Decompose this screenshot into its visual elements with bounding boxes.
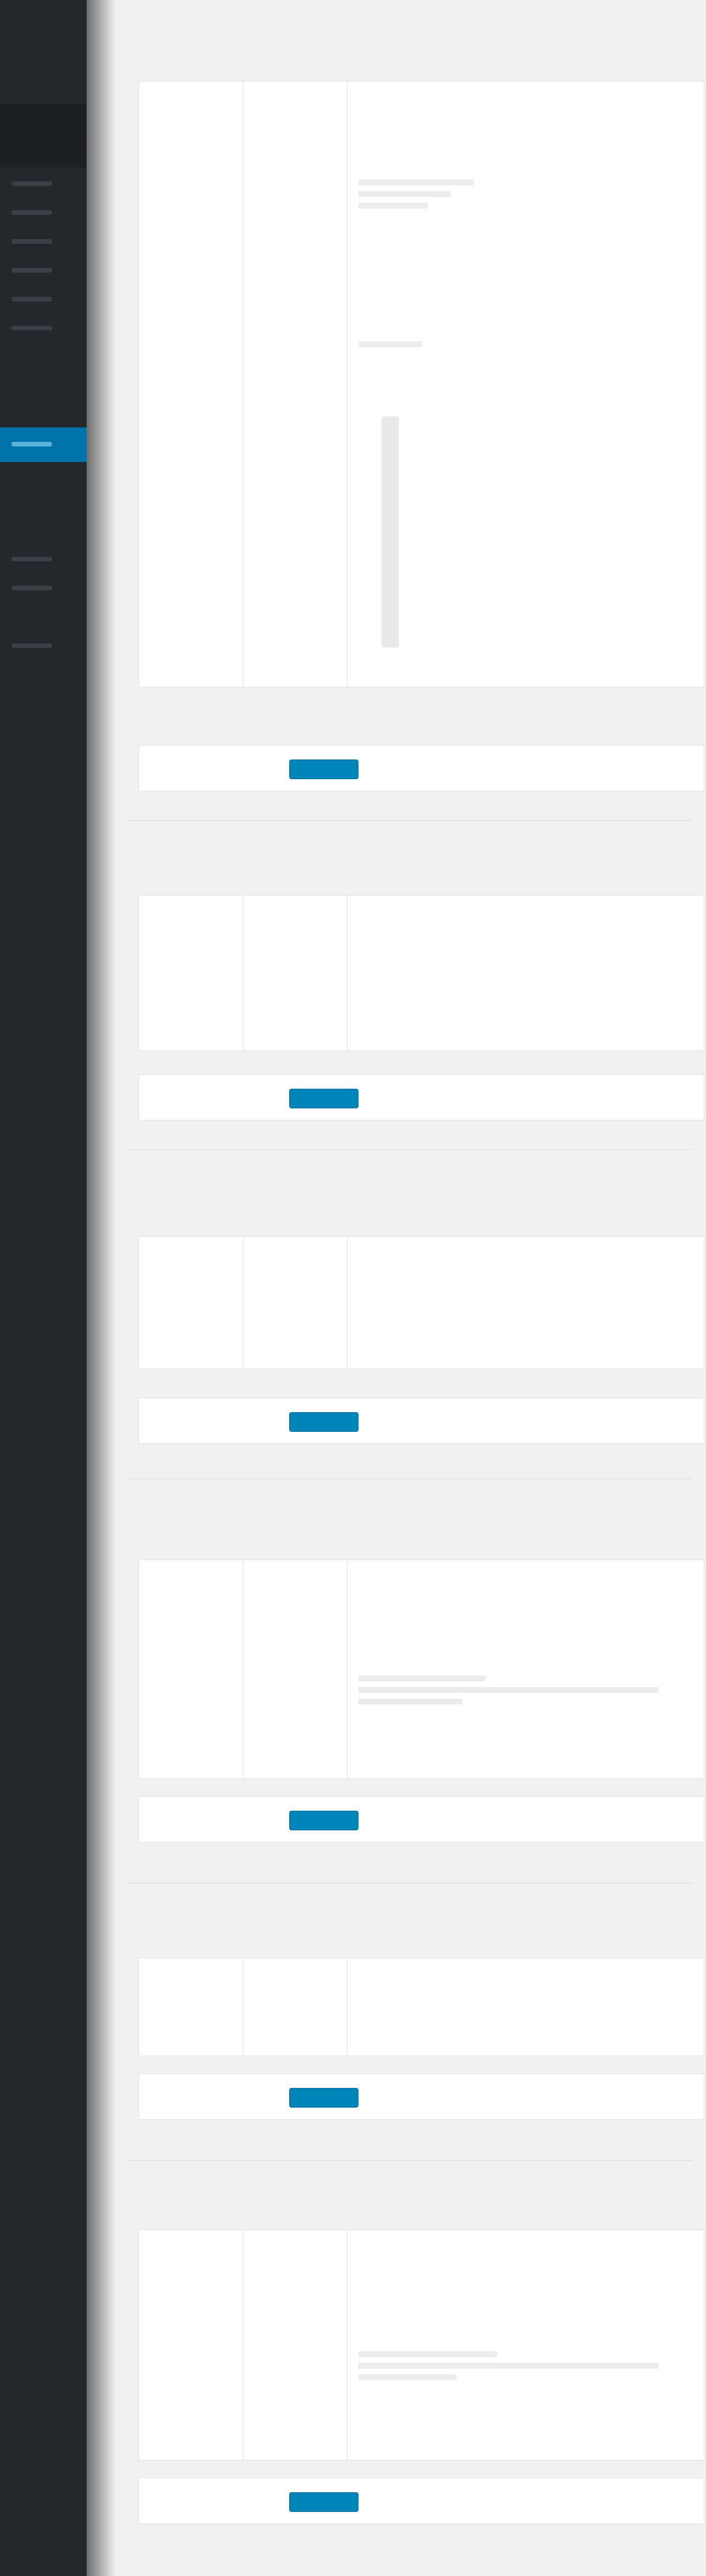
save-button[interactable]: [289, 1811, 358, 1830]
sidebar-item-label: [12, 297, 52, 301]
section-divider: [127, 2160, 693, 2161]
sidebar-item[interactable]: [0, 578, 87, 600]
sidebar-item-label: [12, 210, 52, 215]
sidebar-item[interactable]: [0, 549, 87, 571]
sidebar-item-label: [12, 326, 52, 330]
column-divider: [347, 896, 348, 1052]
save-button[interactable]: [289, 2088, 358, 2108]
save-button[interactable]: [289, 760, 358, 779]
sidebar-item[interactable]: [0, 289, 87, 311]
sidebar-item[interactable]: [0, 635, 87, 657]
sidebar-item-label: [12, 239, 52, 244]
submit-row: [139, 1398, 704, 1444]
settings-table: [139, 1559, 704, 1780]
column-divider: [347, 2230, 348, 2461]
settings-table: [139, 1236, 704, 1369]
column-divider: [347, 1959, 348, 2057]
settings-table: [139, 2229, 704, 2461]
column-divider: [243, 1959, 244, 2057]
save-button[interactable]: [289, 2492, 358, 2512]
section-divider: [127, 1149, 693, 1150]
sidebar-item-label: [12, 442, 52, 446]
section-caption: [143, 1929, 466, 1944]
sidebar-item-label: [12, 586, 52, 590]
sidebar-item[interactable]: [0, 318, 87, 340]
section-caption: [143, 52, 663, 67]
settings-table: [139, 81, 704, 688]
column-divider: [347, 81, 348, 688]
sidebar-top-block: [0, 104, 87, 167]
column-divider: [243, 1237, 244, 1369]
value-text: [358, 2351, 659, 2386]
sidebar-item[interactable]: [0, 202, 87, 224]
sidebar-item[interactable]: [0, 173, 87, 195]
sidebar-item[interactable]: [0, 260, 87, 282]
submit-row: [139, 1074, 704, 1121]
save-button[interactable]: [289, 1089, 358, 1108]
submit-row: [139, 745, 704, 791]
submit-row: [139, 2478, 704, 2524]
section-caption: [143, 1531, 663, 1546]
value-text: [358, 180, 474, 214]
section-caption: [143, 1207, 466, 1222]
column-divider: [347, 1560, 348, 1780]
column-divider: [243, 1560, 244, 1780]
field-stack: [382, 416, 399, 647]
column-divider: [243, 896, 244, 1052]
sidebar-item-label: [12, 557, 52, 561]
column-divider: [243, 2230, 244, 2461]
sidebar-item-label: [12, 181, 52, 186]
sidebar-shadow: [87, 0, 115, 2576]
admin-sidebar: [0, 0, 87, 2576]
settings-table: [139, 1958, 704, 2057]
sidebar-item[interactable]: [0, 231, 87, 253]
submit-row: [139, 1796, 704, 1842]
value-text: [358, 341, 474, 353]
column-divider: [347, 1237, 348, 1369]
sidebar-item-label: [12, 268, 52, 273]
section-caption: [143, 866, 466, 881]
save-button[interactable]: [289, 1412, 358, 1432]
settings-table: [139, 895, 704, 1052]
sidebar-item-current[interactable]: [0, 427, 87, 462]
main-content: [115, 0, 706, 2576]
value-text: [358, 1676, 659, 1710]
section-divider: [127, 820, 693, 821]
section-caption: [143, 2201, 663, 2216]
sidebar-item-label: [12, 643, 52, 648]
submit-row: [139, 2074, 704, 2120]
column-divider: [243, 81, 244, 688]
